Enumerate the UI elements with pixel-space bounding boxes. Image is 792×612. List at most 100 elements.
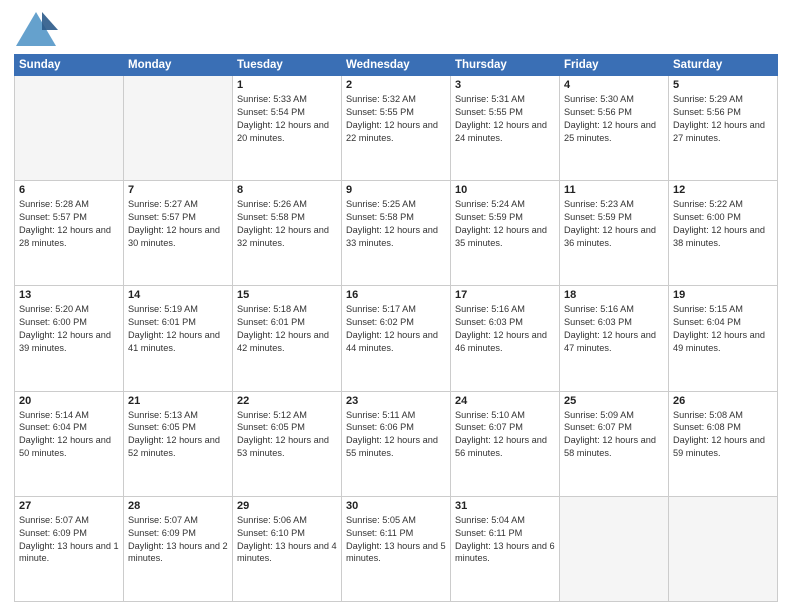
day-cell [669, 496, 778, 601]
day-cell: 2Sunrise: 5:32 AMSunset: 5:55 PMDaylight… [342, 76, 451, 181]
day-number: 15 [237, 289, 337, 301]
calendar-body: 1 Sunrise: 5:33 AMSunset: 5:54 PMDaylight… [15, 76, 778, 602]
weekday-thursday: Thursday [451, 55, 560, 76]
cell-info: Sunrise: 5:28 AMSunset: 5:57 PMDaylight:… [19, 198, 119, 250]
day-number: 14 [128, 289, 228, 301]
day-cell: 13Sunrise: 5:20 AMSunset: 6:00 PMDayligh… [15, 286, 124, 391]
cell-info: Sunrise: 5:19 AMSunset: 6:01 PMDaylight:… [128, 303, 228, 355]
cell-info: Sunrise: 5:04 AMSunset: 6:11 PMDaylight:… [455, 514, 555, 566]
day-cell: 19 Sunrise: 5:15 AMSunset: 6:04 PMDayligh… [669, 286, 778, 391]
weekday-friday: Friday [560, 55, 669, 76]
day-number: 8 [237, 184, 337, 196]
week-row-1: 1 Sunrise: 5:33 AMSunset: 5:54 PMDaylight… [15, 76, 778, 181]
cell-info: Sunrise: 5:07 AMSunset: 6:09 PMDaylight:… [19, 514, 119, 566]
day-number: 24 [455, 395, 555, 407]
page: SundayMondayTuesdayWednesdayThursdayFrid… [0, 0, 792, 612]
header [14, 10, 778, 48]
cell-info: Sunrise: 5:33 AMSunset: 5:54 PMDaylight:… [237, 93, 337, 145]
day-cell: 16 Sunrise: 5:17 AMSunset: 6:02 PMDayligh… [342, 286, 451, 391]
cell-info: Sunrise: 5:17 AMSunset: 6:02 PMDaylight:… [346, 303, 446, 355]
cell-info: Sunrise: 5:07 AMSunset: 6:09 PMDaylight:… [128, 514, 228, 566]
day-number: 4 [564, 79, 664, 91]
cell-info: Sunrise: 5:14 AMSunset: 6:04 PMDaylight:… [19, 409, 119, 461]
week-row-3: 13Sunrise: 5:20 AMSunset: 6:00 PMDayligh… [15, 286, 778, 391]
day-number: 3 [455, 79, 555, 91]
day-cell: 3 Sunrise: 5:31 AMSunset: 5:55 PMDaylight… [451, 76, 560, 181]
day-number: 27 [19, 500, 119, 512]
cell-info: Sunrise: 5:06 AMSunset: 6:10 PMDaylight:… [237, 514, 337, 566]
day-number: 1 [237, 79, 337, 91]
day-number: 5 [673, 79, 773, 91]
calendar-table: SundayMondayTuesdayWednesdayThursdayFrid… [14, 54, 778, 602]
weekday-monday: Monday [124, 55, 233, 76]
day-cell: 20 Sunrise: 5:14 AMSunset: 6:04 PMDayligh… [15, 391, 124, 496]
cell-info: Sunrise: 5:30 AMSunset: 5:56 PMDaylight:… [564, 93, 664, 145]
cell-info: Sunrise: 5:16 AMSunset: 6:03 PMDaylight:… [564, 303, 664, 355]
day-cell: 7Sunrise: 5:27 AMSunset: 5:57 PMDaylight… [124, 181, 233, 286]
day-cell: 22Sunrise: 5:12 AMSunset: 6:05 PMDayligh… [233, 391, 342, 496]
day-number: 11 [564, 184, 664, 196]
day-cell: 25 Sunrise: 5:09 AMSunset: 6:07 PMDayligh… [560, 391, 669, 496]
day-cell: 17Sunrise: 5:16 AMSunset: 6:03 PMDayligh… [451, 286, 560, 391]
day-cell: 5 Sunrise: 5:29 AMSunset: 5:56 PMDaylight… [669, 76, 778, 181]
cell-info: Sunrise: 5:22 AMSunset: 6:00 PMDaylight:… [673, 198, 773, 250]
cell-info: Sunrise: 5:11 AMSunset: 6:06 PMDaylight:… [346, 409, 446, 461]
day-cell: 9 Sunrise: 5:25 AMSunset: 5:58 PMDaylight… [342, 181, 451, 286]
cell-info: Sunrise: 5:15 AMSunset: 6:04 PMDaylight:… [673, 303, 773, 355]
week-row-2: 6 Sunrise: 5:28 AMSunset: 5:57 PMDaylight… [15, 181, 778, 286]
day-number: 12 [673, 184, 773, 196]
day-cell: 24 Sunrise: 5:10 AMSunset: 6:07 PMDayligh… [451, 391, 560, 496]
cell-info: Sunrise: 5:23 AMSunset: 5:59 PMDaylight:… [564, 198, 664, 250]
day-number: 25 [564, 395, 664, 407]
day-number: 22 [237, 395, 337, 407]
day-cell: 10Sunrise: 5:24 AMSunset: 5:59 PMDayligh… [451, 181, 560, 286]
day-number: 10 [455, 184, 555, 196]
cell-info: Sunrise: 5:09 AMSunset: 6:07 PMDaylight:… [564, 409, 664, 461]
day-cell: 21 Sunrise: 5:13 AMSunset: 6:05 PMDayligh… [124, 391, 233, 496]
day-cell: 30Sunrise: 5:05 AMSunset: 6:11 PMDayligh… [342, 496, 451, 601]
cell-info: Sunrise: 5:10 AMSunset: 6:07 PMDaylight:… [455, 409, 555, 461]
day-cell: 8 Sunrise: 5:26 AMSunset: 5:58 PMDaylight… [233, 181, 342, 286]
day-number: 29 [237, 500, 337, 512]
week-row-4: 20 Sunrise: 5:14 AMSunset: 6:04 PMDayligh… [15, 391, 778, 496]
day-number: 6 [19, 184, 119, 196]
day-number: 16 [346, 289, 446, 301]
day-number: 30 [346, 500, 446, 512]
day-cell: 4 Sunrise: 5:30 AMSunset: 5:56 PMDaylight… [560, 76, 669, 181]
cell-info: Sunrise: 5:31 AMSunset: 5:55 PMDaylight:… [455, 93, 555, 145]
day-cell [560, 496, 669, 601]
weekday-wednesday: Wednesday [342, 55, 451, 76]
logo-icon [14, 10, 58, 48]
day-cell: 23 Sunrise: 5:11 AMSunset: 6:06 PMDayligh… [342, 391, 451, 496]
cell-info: Sunrise: 5:18 AMSunset: 6:01 PMDaylight:… [237, 303, 337, 355]
day-cell: 11 Sunrise: 5:23 AMSunset: 5:59 PMDayligh… [560, 181, 669, 286]
weekday-sunday: Sunday [15, 55, 124, 76]
day-cell: 28Sunrise: 5:07 AMSunset: 6:09 PMDayligh… [124, 496, 233, 601]
day-cell: 29 Sunrise: 5:06 AMSunset: 6:10 PMDayligh… [233, 496, 342, 601]
cell-info: Sunrise: 5:32 AMSunset: 5:55 PMDaylight:… [346, 93, 446, 145]
day-number: 31 [455, 500, 555, 512]
day-cell: 26 Sunrise: 5:08 AMSunset: 6:08 PMDayligh… [669, 391, 778, 496]
cell-info: Sunrise: 5:29 AMSunset: 5:56 PMDaylight:… [673, 93, 773, 145]
day-number: 21 [128, 395, 228, 407]
cell-info: Sunrise: 5:13 AMSunset: 6:05 PMDaylight:… [128, 409, 228, 461]
day-number: 23 [346, 395, 446, 407]
day-number: 9 [346, 184, 446, 196]
day-number: 13 [19, 289, 119, 301]
day-cell: 6 Sunrise: 5:28 AMSunset: 5:57 PMDaylight… [15, 181, 124, 286]
day-cell [15, 76, 124, 181]
day-number: 19 [673, 289, 773, 301]
day-cell [124, 76, 233, 181]
day-cell: 14 Sunrise: 5:19 AMSunset: 6:01 PMDayligh… [124, 286, 233, 391]
day-cell: 31 Sunrise: 5:04 AMSunset: 6:11 PMDayligh… [451, 496, 560, 601]
day-number: 26 [673, 395, 773, 407]
day-number: 7 [128, 184, 228, 196]
cell-info: Sunrise: 5:25 AMSunset: 5:58 PMDaylight:… [346, 198, 446, 250]
cell-info: Sunrise: 5:26 AMSunset: 5:58 PMDaylight:… [237, 198, 337, 250]
cell-info: Sunrise: 5:08 AMSunset: 6:08 PMDaylight:… [673, 409, 773, 461]
week-row-5: 27 Sunrise: 5:07 AMSunset: 6:09 PMDayligh… [15, 496, 778, 601]
day-number: 20 [19, 395, 119, 407]
weekday-saturday: Saturday [669, 55, 778, 76]
weekday-tuesday: Tuesday [233, 55, 342, 76]
day-number: 18 [564, 289, 664, 301]
